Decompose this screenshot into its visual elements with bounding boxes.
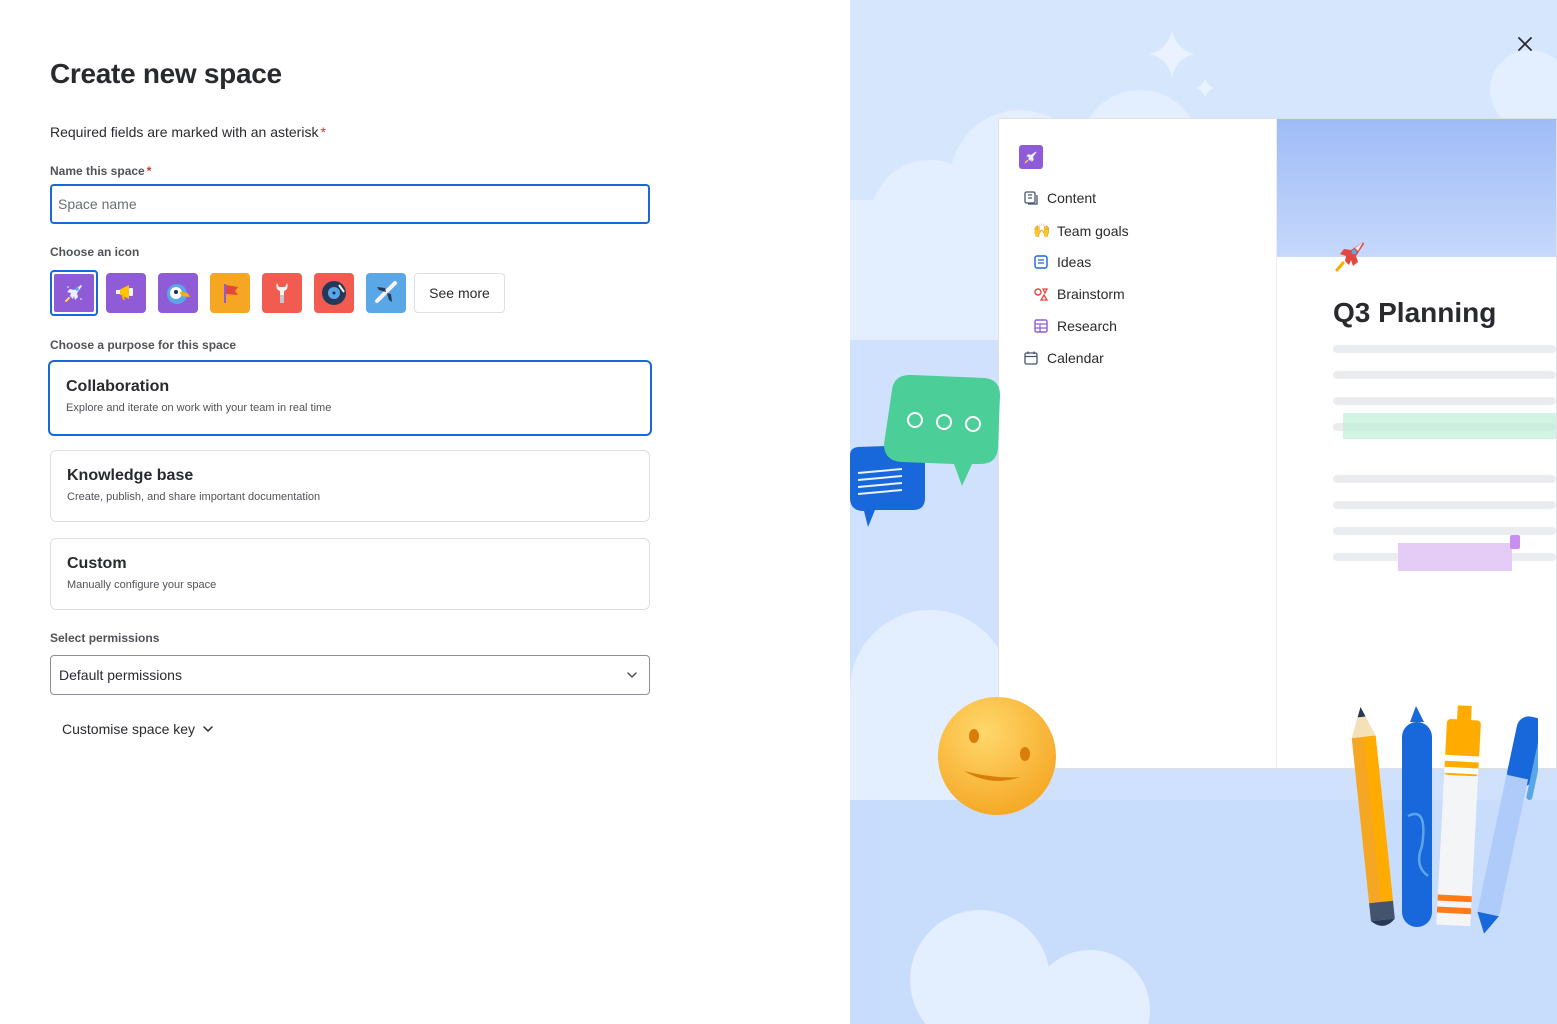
purpose-option-knowledge-base[interactable]: Knowledge base Create, publish, and shar… — [50, 450, 650, 522]
purpose-description: Create, publish, and share important doc… — [67, 491, 321, 503]
speech-bubbles-illustration — [850, 374, 1000, 527]
preview-banner — [1277, 119, 1556, 257]
required-asterisk: * — [320, 124, 326, 140]
required-fields-note: Required fields are marked with an aster… — [50, 124, 326, 140]
airplane-icon — [375, 281, 397, 303]
text-placeholder-line — [1333, 501, 1556, 509]
icon-option-megaphone[interactable] — [106, 273, 146, 313]
purpose-title: Custom — [67, 555, 127, 572]
flag-icon — [224, 284, 238, 303]
icon-option-toucan[interactable] — [158, 273, 198, 313]
chevron-down-icon — [203, 726, 213, 732]
smiley-face-illustration — [938, 697, 1056, 815]
icon-option-rocket[interactable] — [50, 270, 98, 316]
pens-markers-illustration — [1351, 705, 1538, 934]
rocket-icon — [54, 274, 94, 312]
comment-marker — [1510, 535, 1520, 549]
close-icon[interactable] — [1513, 32, 1537, 56]
space-logo-rocket-icon — [1019, 145, 1043, 169]
required-asterisk: * — [146, 164, 152, 178]
toucan-icon — [167, 284, 190, 304]
space-preview-mockup: Content 🙌 Team goals Ideas Brainstorm Re… — [998, 118, 1557, 769]
table-icon — [1034, 319, 1048, 333]
raised-hands-icon: 🙌 — [1033, 222, 1051, 238]
icon-field-label: Choose an icon — [50, 245, 140, 259]
text-placeholder-line — [1333, 527, 1556, 535]
space-name-input[interactable] — [50, 184, 650, 224]
shapes-icon — [1034, 288, 1049, 301]
text-placeholder-line — [1333, 475, 1556, 483]
highlight-green — [1343, 413, 1556, 439]
icon-option-airplane[interactable] — [366, 273, 406, 313]
preview-nav-content: Content — [1023, 190, 1096, 206]
preview-nav-brainstorm: Brainstorm — [1033, 286, 1125, 302]
chevron-down-icon — [627, 672, 637, 678]
highlight-purple — [1398, 543, 1512, 571]
purpose-description: Explore and iterate on work with your te… — [66, 402, 332, 414]
permissions-selected-value: Default permissions — [59, 667, 182, 683]
purpose-description: Manually configure your space — [67, 579, 217, 591]
see-more-icons-button[interactable]: See more — [414, 273, 505, 313]
purpose-title: Knowledge base — [67, 467, 194, 484]
preview-nav-team-goals: 🙌 Team goals — [1033, 222, 1129, 239]
customise-space-key-toggle[interactable]: Customise space key — [62, 721, 215, 737]
document-icon — [1034, 255, 1048, 269]
page-title: Create new space — [50, 58, 282, 89]
create-space-form: Create new space Required fields are mar… — [0, 0, 850, 1024]
megaphone-icon — [116, 285, 133, 300]
purpose-field-label: Choose a purpose for this space — [50, 338, 237, 352]
text-placeholder-line — [1333, 345, 1556, 353]
icon-option-flag[interactable] — [210, 273, 250, 313]
preview-sidebar: Content 🙌 Team goals Ideas Brainstorm Re… — [999, 119, 1277, 768]
preview-nav-calendar: Calendar — [1023, 350, 1104, 366]
text-placeholder-line — [1333, 397, 1556, 405]
purpose-title: Collaboration — [66, 378, 170, 395]
preview-panel: Content 🙌 Team goals Ideas Brainstorm Re… — [850, 0, 1557, 1024]
rocket-icon — [1335, 242, 1364, 272]
icon-option-wrench[interactable] — [262, 273, 302, 313]
permissions-select[interactable]: Default permissions — [50, 655, 650, 695]
customise-space-key-label: Customise space key — [62, 721, 196, 737]
icon-option-vinyl-record[interactable] — [314, 273, 354, 313]
preview-page: Q3 Planning — [1277, 119, 1556, 768]
vinyl-record-icon — [322, 281, 346, 305]
purpose-option-custom[interactable]: Custom Manually configure your space — [50, 538, 650, 610]
wrench-icon — [276, 283, 288, 303]
permissions-field-label: Select permissions — [50, 631, 160, 645]
name-field-label: Name this space * — [50, 164, 152, 178]
text-placeholder-line — [1333, 371, 1556, 379]
preview-page-title: Q3 Planning — [1333, 297, 1497, 328]
preview-nav-research: Research — [1033, 318, 1117, 334]
pages-icon — [1024, 191, 1038, 205]
preview-nav-ideas: Ideas — [1033, 254, 1091, 270]
calendar-icon — [1024, 351, 1038, 365]
purpose-option-collaboration[interactable]: Collaboration Explore and iterate on wor… — [48, 360, 652, 436]
